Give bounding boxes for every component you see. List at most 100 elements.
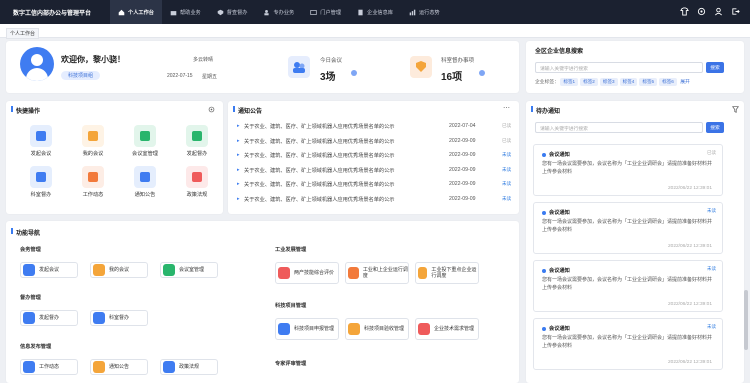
func-nav-button[interactable]: 企业技术需求管理 <box>415 318 479 340</box>
notice-date: 2022-07-04 <box>449 123 476 129</box>
logout-icon[interactable] <box>731 7 740 16</box>
notice-bullet: ▸ <box>237 195 240 202</box>
enterprise-tag[interactable]: 标签5 <box>639 78 658 86</box>
notice-status-badge: 未读 <box>502 152 512 157</box>
nav-label: 运行态势 <box>418 9 440 16</box>
todo-item-title: 会议通知 <box>549 152 570 158</box>
func-nav-button[interactable]: 科室督办 <box>90 310 148 326</box>
notice-title-link[interactable]: 关于农业、建筑、医疗、矿上领域机器人应用优秀场景名单的公示 <box>244 152 412 159</box>
filter-icon[interactable] <box>732 106 739 113</box>
func-nav-label: 发起督办 <box>39 315 60 321</box>
quick-op-label[interactable]: 工作动态 <box>68 191 118 198</box>
notice-title-link[interactable]: 关于农业、建筑、医疗、矿上领域机器人应用优秀场景名单的公示 <box>244 138 412 145</box>
meeting-stat-icon <box>288 56 310 78</box>
notice-title: 通知公告 <box>238 109 263 115</box>
func-nav-button[interactable]: 发起会议 <box>20 262 78 278</box>
func-group-title: 信息发布管理 <box>20 344 52 350</box>
app-title: 数字工信内部办公与管理平台 <box>13 9 92 17</box>
notice-title-link[interactable]: 关于农业、建筑、医疗、矿上领域机器人应用优秀场景名单的公示 <box>244 167 412 174</box>
quick-op-label[interactable]: 我的会议 <box>68 150 118 157</box>
quick-op-icon[interactable] <box>30 125 52 147</box>
notice-title-link[interactable]: 关于农业、建筑、医疗、矿上领域机器人应用优秀场景名单的公示 <box>244 181 412 188</box>
enterprise-tag[interactable]: 标签2 <box>580 78 598 86</box>
enterprise-tag[interactable]: 标签4 <box>619 78 638 86</box>
enterprise-search-button[interactable]: 搜索 <box>706 62 724 73</box>
func-nav-button[interactable]: 两产技能综合评价 <box>275 262 339 284</box>
user-icon[interactable] <box>714 7 723 16</box>
todo-item-heading: 会议通知 <box>542 325 570 332</box>
todo-search-input[interactable]: 请输入关键字进行搜索 <box>535 122 703 133</box>
todo-item[interactable]: 会议通知 未读 您有一场会议需要参加，会议名称为「工业企业调研会」请提前准备好材料并… <box>533 318 723 370</box>
users-icon <box>264 9 270 15</box>
func-nav-button[interactable]: 科技项目验收管理 <box>345 318 409 340</box>
quick-op-icon[interactable] <box>186 125 208 147</box>
todo-item[interactable]: 会议通知 未读 您有一场会议需要参加，会议名称为「工业企业调研会」请提前准备好材料并… <box>533 202 723 254</box>
nav-help[interactable]: 帮助业务 <box>162 0 209 24</box>
quick-op-icon[interactable] <box>134 125 156 147</box>
notice-status-badge: 未读 <box>502 166 512 172</box>
func-nav-label: 工作动态 <box>39 364 60 370</box>
todo-scrollbar[interactable] <box>744 290 748 350</box>
nav-portal[interactable]: 门户管理 <box>302 0 349 24</box>
profile-card <box>6 41 519 93</box>
func-nav-label: 科技项目申报管理 <box>294 326 335 332</box>
title-bar <box>233 106 235 112</box>
quick-op-label[interactable]: 科室督办 <box>16 191 66 198</box>
notice-title-link[interactable]: 关于农业、建筑、医疗、矿上领域机器人应用优秀场景名单的公示 <box>244 123 412 130</box>
notice-bullet: ▸ <box>237 181 240 187</box>
func-nav-button[interactable]: 政策法规 <box>160 359 218 375</box>
func-nav-button[interactable]: 通知公告 <box>90 359 148 375</box>
quick-op-icon[interactable] <box>30 166 52 188</box>
settings-icon[interactable] <box>697 7 706 16</box>
status-dot <box>542 326 546 331</box>
func-nav-button[interactable]: 科技项目申报管理 <box>275 318 339 340</box>
supervise-add-icon[interactable] <box>479 70 485 76</box>
func-nav-button[interactable]: 工业投下重点企业运行调度 <box>415 262 479 284</box>
quick-op-label[interactable]: 通知公告 <box>120 191 170 198</box>
quick-op-icon[interactable] <box>186 166 208 188</box>
func-group-title: 科技项目管理 <box>275 303 307 309</box>
expand-link[interactable]: 展开 <box>680 80 690 85</box>
quick-op-icon[interactable] <box>134 166 156 188</box>
func-nav-title: 功能导航 <box>16 231 41 237</box>
meeting-add-icon[interactable] <box>351 70 357 76</box>
func-nav-button[interactable]: 工作动态 <box>20 359 78 375</box>
nav-supervise[interactable]: 督查督办 <box>209 0 256 24</box>
func-nav-button[interactable]: 工业和上企业运行调度 <box>345 262 409 284</box>
func-nav-button[interactable]: 发起督办 <box>20 310 78 326</box>
title-bar <box>11 106 13 112</box>
todo-item[interactable]: 会议通知 已读 您有一场会议需要参加，会议名称为「工业企业调研会」请提前准备好材料并… <box>533 144 723 196</box>
notice-bullet: ▸ <box>237 152 240 158</box>
settings-icon[interactable] <box>208 106 215 113</box>
quick-op-icon[interactable] <box>82 166 104 188</box>
quick-op-icon[interactable] <box>82 125 104 147</box>
quick-op-label[interactable]: 发起会议 <box>16 150 66 157</box>
shield-icon <box>217 9 224 15</box>
weather-text: 多云转晴 <box>193 57 214 63</box>
enterprise-search-input[interactable]: 请输入关键字进行搜索 <box>535 62 703 73</box>
shirt-icon[interactable] <box>680 7 689 16</box>
enterprise-tag[interactable]: 标签3 <box>599 78 618 86</box>
notice-title-link[interactable]: 关于农业、建筑、医疗、矿上领域机器人应用优秀场景名单的公示 <box>244 196 412 203</box>
enterprise-tag[interactable]: 标签1 <box>560 78 579 86</box>
breadcrumb-tab[interactable]: 个人工作台 <box>6 28 40 39</box>
nav-enterprise[interactable]: 企业信息库 <box>349 0 401 24</box>
todo-item-heading: 会议通知 <box>542 151 570 158</box>
func-nav-button[interactable]: 我的会议 <box>90 262 148 278</box>
enterprise-tag[interactable]: 标签6 <box>659 78 677 86</box>
notice-date: 2022-09-09 <box>449 152 476 158</box>
quick-op-label[interactable]: 政策法规 <box>172 191 222 198</box>
quick-op-glyph-icon <box>192 172 202 182</box>
date-text: 2022-07-15 <box>167 73 193 79</box>
todo-item[interactable]: 会议通知 未读 您有一场会议需要参加，会议名称为「工业企业调研会」请提前准备好材料并… <box>533 260 723 312</box>
notice-status-badge: 已读 <box>502 123 512 128</box>
func-nav-icon <box>278 267 290 279</box>
nav-status[interactable]: 运行态势 <box>401 0 448 24</box>
todo-search-button[interactable]: 搜索 <box>706 122 724 133</box>
nav-workbench[interactable]: 个人工作台 <box>110 0 162 24</box>
func-nav-button[interactable]: 会议室管理 <box>160 262 218 278</box>
quick-op-label[interactable]: 发起督办 <box>172 150 222 157</box>
more-icon[interactable]: ⋯ <box>503 104 510 112</box>
nav-special[interactable]: 专办业务 <box>255 0 302 24</box>
quick-op-label[interactable]: 会议室管理 <box>120 150 170 157</box>
